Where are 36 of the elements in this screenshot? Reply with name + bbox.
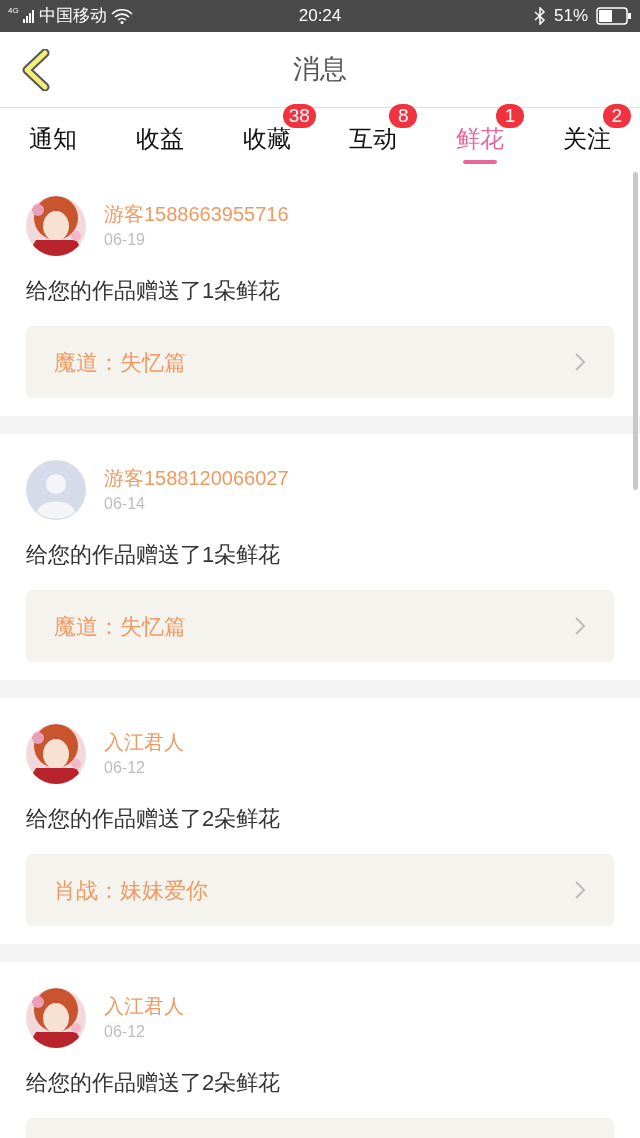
work-link[interactable]: 肖战：妹妹爱你 xyxy=(26,854,614,926)
tab-indicator xyxy=(463,160,497,164)
count-badge: 38 xyxy=(282,104,316,128)
work-link[interactable]: 魔道：失忆篇 xyxy=(26,326,614,398)
user-name[interactable]: 游客1588663955716 xyxy=(104,200,289,228)
signal-icon xyxy=(22,9,35,23)
back-icon xyxy=(21,48,51,91)
count-badge: 1 xyxy=(496,104,524,128)
page-title: 消息 xyxy=(292,53,348,87)
chevron-right-icon xyxy=(574,880,586,900)
avatar-icon xyxy=(26,460,86,520)
message-date: 06-12 xyxy=(104,1022,146,1042)
count-badge: 2 xyxy=(602,104,631,128)
user-name[interactable]: 入江君人 xyxy=(104,728,184,756)
message-date: 06-19 xyxy=(104,230,146,250)
user-name[interactable]: 入江君人 xyxy=(104,992,184,1020)
message-text: 给您的作品赠送了1朵鲜花 xyxy=(26,277,282,305)
message-date: 06-12 xyxy=(104,758,146,778)
user-name[interactable]: 游客1588120066027 xyxy=(104,464,289,492)
work-link[interactable]: 魔道：失忆篇 xyxy=(26,590,614,662)
message-date: 06-14 xyxy=(104,494,146,514)
message-text: 给您的作品赠送了1朵鲜花 xyxy=(26,541,282,569)
carrier-label: 中国移动 xyxy=(38,5,107,28)
wifi-icon xyxy=(110,8,133,24)
tab[interactable]: 通知 xyxy=(25,108,82,170)
chevron-right-icon xyxy=(574,352,586,372)
message-text: 给您的作品赠送了2朵鲜花 xyxy=(26,805,282,833)
battery-percentage: 51% xyxy=(553,5,588,28)
message-text: 给您的作品赠送了2朵鲜花 xyxy=(26,1069,282,1097)
clock: 20:24 xyxy=(297,5,343,28)
tab[interactable]: 收益 xyxy=(132,108,188,170)
network-label: 4G xyxy=(8,7,19,16)
battery-icon xyxy=(596,7,632,25)
chevron-right-icon xyxy=(574,616,586,636)
bluetooth-icon xyxy=(533,7,546,25)
count-badge: 8 xyxy=(389,104,418,128)
